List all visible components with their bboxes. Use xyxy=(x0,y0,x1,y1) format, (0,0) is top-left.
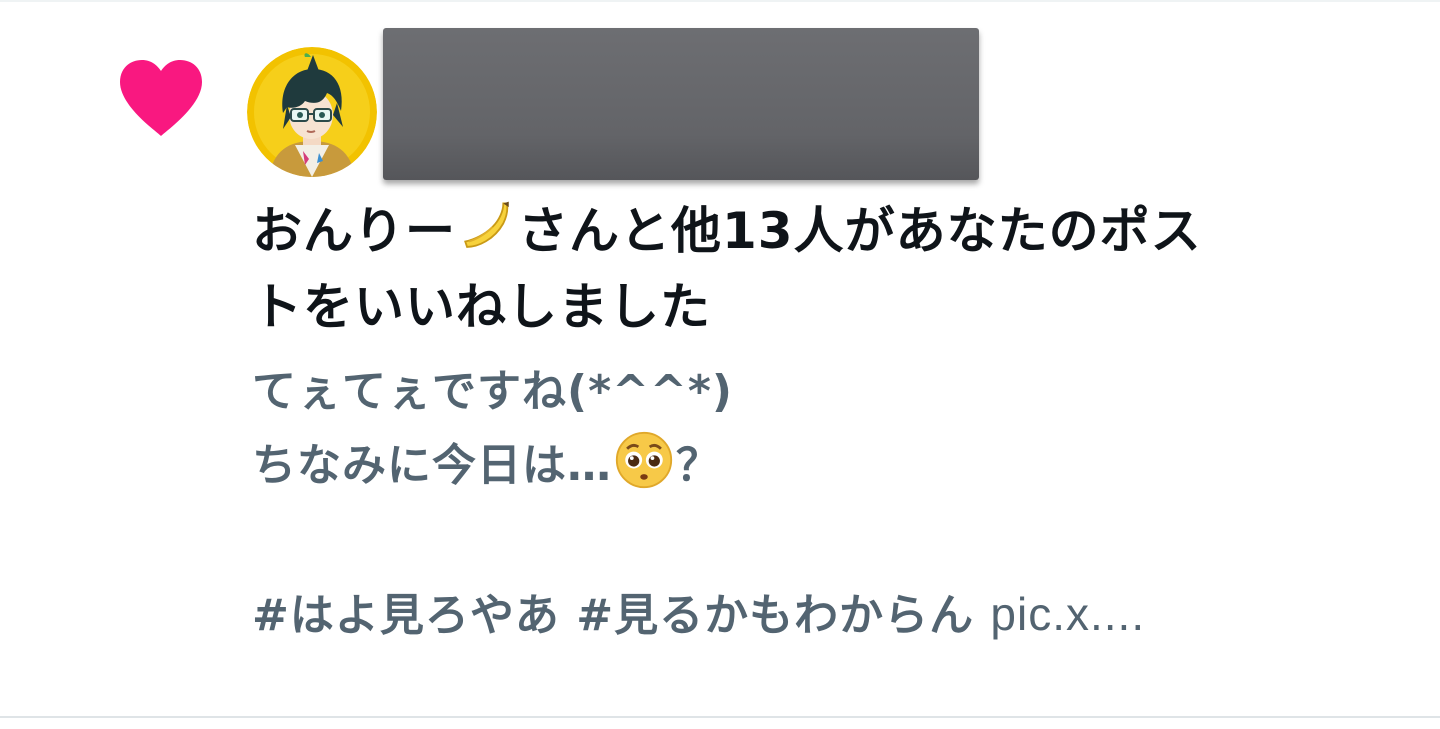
pleading-face-emoji xyxy=(615,431,673,489)
avatar-image xyxy=(247,47,377,177)
bottom-divider xyxy=(0,716,1440,718)
post-line-2-suffix: ？ xyxy=(676,440,721,491)
like-notification[interactable]: おんりー さんと他13人があなたのポストをいいねしました てぇてぇですね(*^^*… xyxy=(0,0,1440,716)
post-line-2: ちなみに今日は… ？ xyxy=(252,429,1412,503)
post-line-2-text: ちなみに今日は… xyxy=(252,440,612,491)
user-avatar[interactable] xyxy=(247,47,377,177)
headline-rest-line1: さんと他13人があなたのポス xyxy=(518,202,1202,260)
heart-icon xyxy=(120,60,202,136)
redacted-avatars-block xyxy=(383,28,979,180)
notification-headline: おんりー さんと他13人があなたのポストをいいねしました xyxy=(252,193,1372,345)
hashtag-1[interactable]: #はよ見ろやあ xyxy=(252,590,560,641)
banana-emoji xyxy=(464,201,509,248)
post-preview[interactable]: てぇてぇですね(*^^*) ちなみに今日は… ？ #はよ見ろやあ #見るかもわから… xyxy=(252,355,1412,653)
headline-rest-line2: トをいいねしました xyxy=(252,278,711,336)
post-line-1: てぇてぇですね(*^^*) xyxy=(252,366,733,417)
post-blank-line xyxy=(252,503,1412,577)
hashtag-2[interactable]: #見るかもわからん xyxy=(576,590,974,641)
pic-link[interactable]: pic.x.... xyxy=(990,588,1145,640)
post-line-hashtags: #はよ見ろやあ #見るかもわからん pic.x.... xyxy=(252,577,1412,653)
liker-name[interactable]: おんりー xyxy=(252,202,456,260)
